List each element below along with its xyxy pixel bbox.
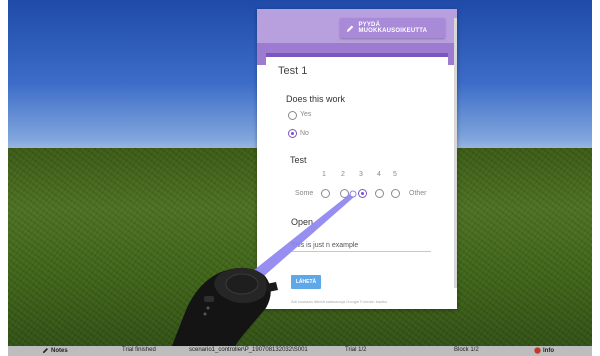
vr-controller <box>168 190 357 356</box>
trial-status: Trial finished <box>122 347 156 353</box>
info-button[interactable]: Info <box>534 347 554 354</box>
info-label: Info <box>543 348 554 355</box>
vr-viewport: PYYDÄ MUOKKAUSOIKEUTTA Test 1 Does this … <box>8 0 592 356</box>
info-icon <box>534 347 541 354</box>
status-bar: Notes Trial finished scenario1_controlle… <box>8 346 592 356</box>
block-counter: Block 1/2 <box>454 347 479 353</box>
pointer-cursor <box>349 190 357 198</box>
controller-body <box>168 267 278 356</box>
scenario-path: scenario1_controller\P_190708132032\S001 <box>189 347 308 353</box>
notes-label: Notes <box>51 348 68 355</box>
pencil-icon <box>42 348 48 354</box>
trial-counter: Trial 1/2 <box>345 347 367 353</box>
notes-button[interactable]: Notes <box>42 347 68 354</box>
pointer-beam <box>254 193 354 276</box>
